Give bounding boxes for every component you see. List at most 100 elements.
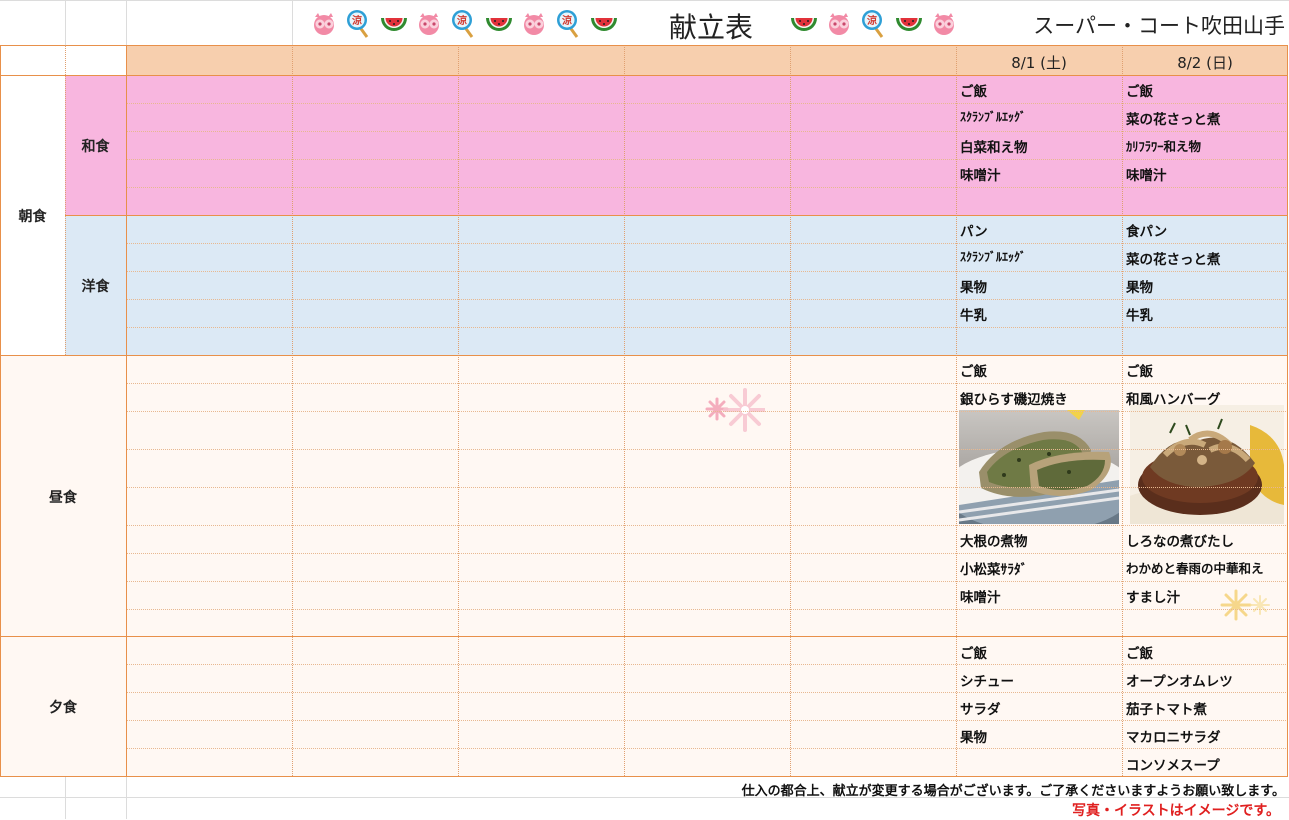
japanese-label: 和食 — [81, 139, 110, 155]
uchiwa-icon: 涼 — [553, 8, 583, 38]
dinner-block — [0, 636, 1288, 776]
menu-item: 菜の花さっと煮 — [1126, 112, 1221, 128]
menu-item: コンソメスープ — [1126, 758, 1220, 774]
dinner-label: 夕食 — [49, 700, 77, 716]
menu-item: マカロニサラダ — [1126, 730, 1221, 746]
row-divider — [126, 581, 1288, 582]
svg-text:涼: 涼 — [562, 14, 572, 27]
table-border — [0, 636, 1288, 637]
row-divider — [126, 271, 1288, 272]
store-name: スーパー・コート吹田山手 — [1033, 14, 1285, 38]
svg-text:涼: 涼 — [867, 14, 877, 27]
table-border — [0, 75, 1288, 76]
menu-item: 菜の花さっと煮 — [1126, 252, 1221, 268]
row-divider — [126, 103, 1288, 104]
menu-item: 味噌汁 — [960, 168, 1001, 184]
svg-text:涼: 涼 — [457, 14, 467, 27]
svg-text:涼: 涼 — [352, 14, 362, 27]
fish-dish-photo — [959, 410, 1119, 524]
menu-item: オープンオムレツ — [1126, 674, 1233, 690]
hamburg-steak-photo — [1130, 405, 1284, 524]
menu-item: しろなの煮びたし — [1126, 534, 1234, 550]
menu-item: 果物 — [1126, 280, 1153, 296]
uchiwa-icon: 涼 — [858, 8, 888, 38]
menu-item: 牛乳 — [960, 308, 987, 324]
japanese-breakfast-block — [65, 75, 1288, 215]
row-divider — [126, 327, 1288, 328]
western-breakfast-block — [65, 215, 1288, 355]
table-border — [0, 45, 1288, 46]
table-border — [0, 776, 1288, 777]
row-divider — [126, 692, 1288, 693]
lunch-label: 昼食 — [49, 490, 77, 506]
menu-item: 味噌汁 — [960, 590, 1001, 606]
decoration-strip-left: 涼涼涼 — [308, 0, 628, 45]
row-divider — [126, 525, 1288, 526]
row-divider — [126, 243, 1288, 244]
menu-item: ｽｸﾗﾝﾌﾞﾙｴｯｸﾞ — [960, 110, 1027, 124]
table-border — [65, 215, 1288, 216]
menu-item: 牛乳 — [1126, 308, 1153, 324]
row-divider — [126, 609, 1288, 610]
menu-item: シチュー — [960, 674, 1014, 690]
menu-item: わかめと春雨の中華和え — [1126, 561, 1264, 576]
menu-item: パン — [960, 224, 988, 240]
image-disclaimer: 写真・イラストはイメージです。 — [1071, 803, 1280, 819]
table-border — [0, 45, 1, 776]
watermelon-icon — [893, 8, 923, 36]
row-divider — [126, 159, 1288, 160]
row-divider — [126, 720, 1288, 721]
row-divider — [126, 411, 1288, 412]
pig-icon — [518, 8, 548, 36]
row-divider — [126, 664, 1288, 665]
table-border — [65, 45, 66, 355]
watermelon-icon — [483, 8, 513, 36]
row-divider — [126, 299, 1288, 300]
table-border — [0, 355, 1288, 356]
menu-item: ｶﾘﾌﾗﾜｰ和え物 — [1126, 139, 1202, 154]
uchiwa-icon: 涼 — [448, 8, 478, 38]
menu-item: ご飯 — [960, 646, 987, 662]
menu-item: すまし汁 — [1126, 590, 1180, 606]
menu-item: ｽｸﾗﾝﾌﾞﾙｴｯｸﾞ — [960, 250, 1027, 264]
uchiwa-icon: 涼 — [343, 8, 373, 38]
menu-item: 茄子トマト煮 — [1126, 702, 1207, 718]
menu-item: ご飯 — [1126, 646, 1153, 662]
menu-item: サラダ — [960, 702, 1001, 718]
menu-item: 大根の煮物 — [960, 534, 1028, 550]
row-divider — [126, 449, 1288, 450]
row-divider — [126, 383, 1288, 384]
row-divider — [126, 131, 1288, 132]
menu-item: 果物 — [960, 280, 987, 296]
page-title: 献立表 — [668, 11, 753, 44]
western-label: 洋食 — [81, 279, 110, 295]
flower-decoration-icon — [1220, 588, 1272, 622]
menu-item: ご飯 — [960, 364, 987, 380]
row-divider — [126, 487, 1288, 488]
date-header-day1: 8/1 (土) — [1011, 54, 1067, 72]
breakfast-label: 朝食 — [18, 209, 47, 225]
menu-item: 味噌汁 — [1126, 168, 1167, 184]
pig-icon — [823, 8, 853, 36]
watermelon-icon — [378, 8, 408, 36]
table-border — [1287, 45, 1288, 776]
watermelon-icon — [588, 8, 618, 36]
table-border — [126, 45, 127, 776]
menu-item: 白菜和え物 — [960, 140, 1028, 156]
row-divider — [126, 553, 1288, 554]
row-divider — [126, 187, 1288, 188]
menu-item: 果物 — [960, 730, 987, 746]
menu-item: 銀ひらす磯辺焼き — [960, 392, 1068, 408]
row-divider — [126, 748, 1288, 749]
change-notice: 仕入の都合上、献立が変更する場合がございます。ご了承くださいますようお願い致しま… — [741, 784, 1285, 799]
pig-icon — [928, 8, 958, 36]
menu-item: 食パン — [1126, 224, 1168, 240]
menu-item: ご飯 — [960, 84, 987, 100]
menu-item: ご飯 — [1126, 84, 1153, 100]
pig-icon — [413, 8, 443, 36]
watermelon-icon — [788, 8, 818, 36]
decoration-strip-right: 涼 — [788, 0, 968, 45]
date-header-day2: 8/2 (日) — [1177, 54, 1233, 72]
menu-item: ご飯 — [1126, 364, 1153, 380]
menu-item: 小松菜ｻﾗﾀﾞ — [960, 562, 1028, 578]
